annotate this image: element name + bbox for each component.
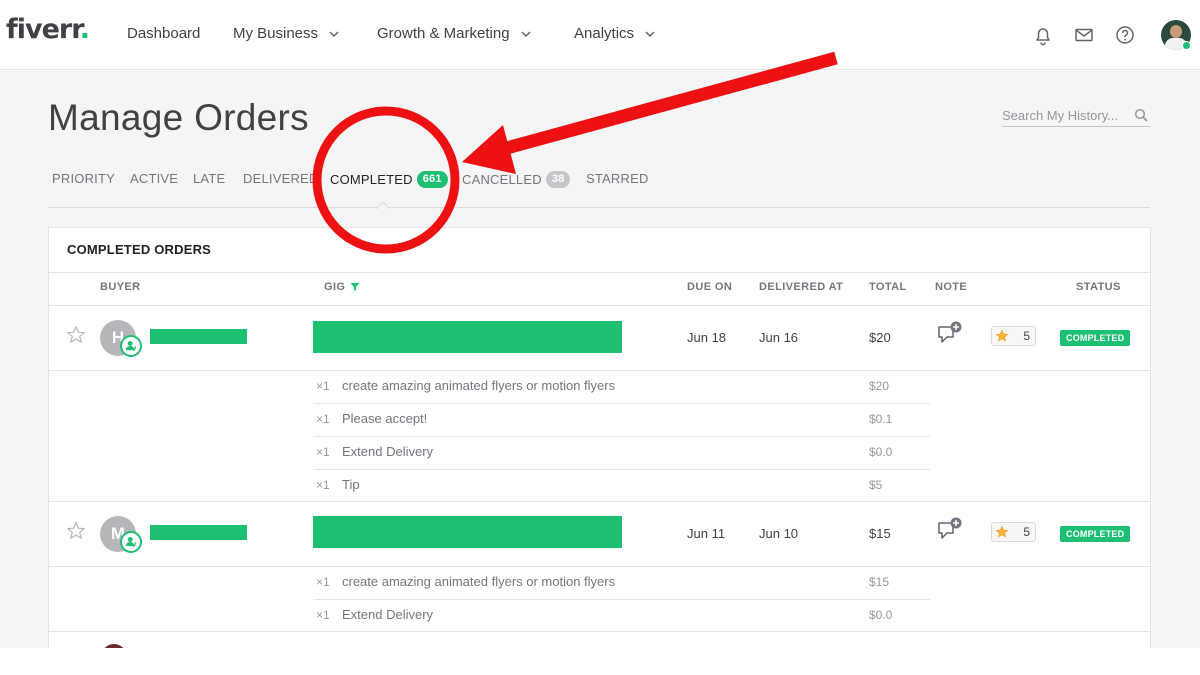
search-input[interactable] bbox=[1002, 105, 1126, 125]
nav-dashboard[interactable]: Dashboard bbox=[127, 25, 200, 42]
tab-cancelled[interactable]: CANCELLED 38 bbox=[462, 171, 571, 188]
mail-icon[interactable] bbox=[1073, 24, 1095, 46]
divider bbox=[314, 599, 930, 600]
star-outline-icon[interactable] bbox=[66, 325, 86, 345]
bell-icon[interactable] bbox=[1032, 24, 1054, 46]
active-tab-caret bbox=[376, 201, 390, 209]
gig-title-redacted[interactable] bbox=[313, 516, 622, 548]
star-filled-icon bbox=[995, 329, 1009, 342]
delivered-date: Jun 10 bbox=[759, 526, 799, 541]
item-qty: ×1 bbox=[316, 445, 330, 459]
order-total: $15 bbox=[869, 526, 891, 541]
panel-title: COMPLETED ORDERS bbox=[67, 242, 212, 257]
col-delivered-at: DELIVERED AT bbox=[759, 281, 844, 293]
star-filled-icon bbox=[995, 525, 1009, 538]
rating-value: 5 bbox=[1023, 329, 1030, 343]
delivered-date: Jun 16 bbox=[759, 330, 799, 345]
buyer-name-redacted[interactable] bbox=[150, 525, 247, 540]
repeat-buyer-icon bbox=[120, 335, 142, 357]
item-title: Tip bbox=[342, 477, 360, 492]
status-badge: COMPLETED bbox=[1060, 526, 1131, 542]
col-gig: GIG bbox=[324, 281, 360, 293]
item-qty: ×1 bbox=[316, 478, 330, 492]
item-price: $15 bbox=[869, 575, 890, 589]
tab-completed[interactable]: COMPLETED 661 bbox=[330, 171, 448, 188]
col-due-on: DUE ON bbox=[687, 281, 733, 293]
gig-title-redacted[interactable] bbox=[313, 321, 622, 353]
item-price: $0.0 bbox=[869, 608, 893, 622]
nav-my-business[interactable]: My Business bbox=[233, 25, 340, 42]
buyer-name-redacted[interactable] bbox=[150, 329, 247, 344]
col-status: STATUS bbox=[1076, 281, 1121, 293]
status-badge: COMPLETED bbox=[1060, 330, 1131, 346]
add-note-icon[interactable] bbox=[937, 517, 965, 545]
item-title: Please accept! bbox=[342, 411, 428, 426]
item-price: $0.1 bbox=[869, 412, 893, 426]
item-qty: ×1 bbox=[316, 608, 330, 622]
help-icon[interactable] bbox=[1114, 24, 1136, 46]
completed-orders-panel: COMPLETED ORDERS BUYER GIG DUE ON DELIVE… bbox=[48, 227, 1151, 670]
search-icon[interactable] bbox=[1134, 108, 1148, 122]
due-date: Jun 11 bbox=[687, 526, 726, 541]
filter-icon[interactable] bbox=[350, 282, 360, 292]
divider bbox=[314, 436, 930, 437]
buyer-rating: 5 bbox=[991, 326, 1036, 346]
divider bbox=[49, 566, 1150, 567]
item-title: create amazing animated flyers or motion… bbox=[342, 574, 616, 589]
cancelled-count-badge: 38 bbox=[545, 171, 571, 188]
divider bbox=[49, 370, 1150, 371]
buyer-rating: 5 bbox=[991, 522, 1036, 542]
top-navbar: fiverr. Dashboard My Business Growth & M… bbox=[0, 0, 1200, 70]
chevron-down-icon bbox=[521, 30, 531, 37]
manage-orders-page: Manage Orders PRIORITY ACTIVE LATE DELIV… bbox=[0, 71, 1200, 670]
item-price: $0.0 bbox=[869, 445, 893, 459]
nav-analytics[interactable]: Analytics bbox=[574, 25, 656, 42]
star-outline-icon[interactable] bbox=[66, 521, 86, 541]
divider bbox=[314, 469, 930, 470]
tab-starred[interactable]: STARRED bbox=[586, 171, 649, 186]
item-price: $20 bbox=[869, 379, 890, 393]
order-tabs: PRIORITY ACTIVE LATE DELIVERED COMPLETED… bbox=[48, 165, 1150, 209]
item-qty: ×1 bbox=[316, 379, 330, 393]
col-buyer: BUYER bbox=[100, 281, 141, 293]
tab-delivered[interactable]: DELIVERED bbox=[243, 171, 319, 186]
due-date: Jun 18 bbox=[687, 330, 727, 345]
col-total: TOTAL bbox=[869, 281, 907, 293]
col-note: NOTE bbox=[935, 281, 968, 293]
rating-value: 5 bbox=[1023, 525, 1030, 539]
fiverr-logo[interactable]: fiverr. bbox=[6, 14, 90, 45]
item-title: create amazing animated flyers or motion… bbox=[342, 378, 616, 393]
divider bbox=[49, 631, 1150, 632]
tab-priority[interactable]: PRIORITY bbox=[52, 171, 115, 186]
completed-count-badge: 661 bbox=[416, 171, 448, 188]
order-total: $20 bbox=[869, 330, 891, 345]
online-status-dot bbox=[1182, 41, 1191, 50]
page-bottom-edge bbox=[0, 648, 1200, 675]
divider bbox=[49, 305, 1150, 306]
chevron-down-icon bbox=[329, 30, 339, 37]
item-qty: ×1 bbox=[316, 575, 330, 589]
add-note-icon[interactable] bbox=[937, 321, 965, 349]
repeat-buyer-icon bbox=[120, 531, 142, 553]
avatar-face bbox=[1170, 25, 1182, 38]
search-history bbox=[1002, 105, 1150, 127]
item-price: $5 bbox=[869, 478, 883, 492]
divider bbox=[49, 272, 1150, 273]
page-title: Manage Orders bbox=[48, 97, 309, 138]
divider bbox=[49, 501, 1150, 502]
nav-growth-marketing[interactable]: Growth & Marketing bbox=[377, 25, 532, 42]
item-title: Extend Delivery bbox=[342, 607, 434, 622]
item-qty: ×1 bbox=[316, 412, 330, 426]
tab-late[interactable]: LATE bbox=[193, 171, 225, 186]
chevron-down-icon bbox=[645, 30, 655, 37]
tab-active[interactable]: ACTIVE bbox=[130, 171, 178, 186]
divider bbox=[314, 403, 930, 404]
item-title: Extend Delivery bbox=[342, 444, 434, 459]
